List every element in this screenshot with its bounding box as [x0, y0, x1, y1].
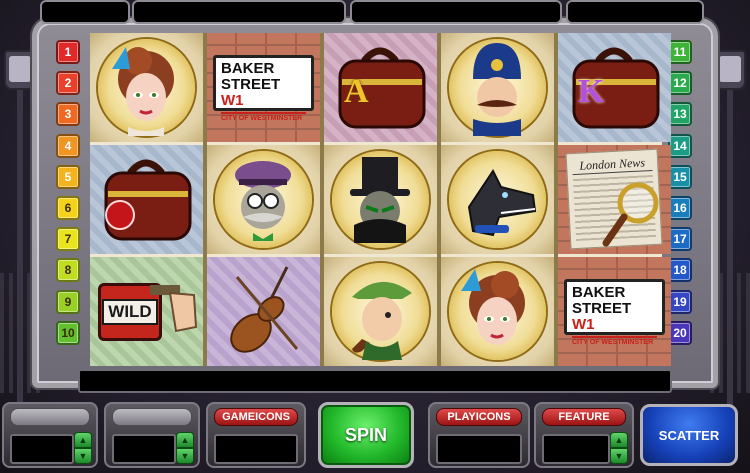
value-display [112, 434, 176, 464]
symbol-dr-watson [207, 145, 320, 254]
payline-7-badge[interactable]: 7 [56, 227, 80, 252]
magnifier-icon [602, 182, 659, 247]
coin-selector-2: ▲ ▼ [104, 402, 200, 468]
coin-selector-1: ▲ ▼ [2, 402, 98, 468]
payline-14-badge[interactable]: 14 [668, 133, 692, 158]
chevron-up-icon[interactable]: ▲ [610, 432, 628, 448]
payline-18-badge[interactable]: 18 [668, 258, 692, 283]
chevron-up-icon[interactable]: ▲ [176, 432, 194, 448]
symbol-policeman [441, 33, 554, 142]
playicons-display [436, 434, 522, 464]
card-k: K [578, 73, 605, 110]
payline-2-badge[interactable]: 2 [56, 71, 80, 96]
payline-1-badge[interactable]: 1 [56, 40, 80, 64]
payline-5-badge[interactable]: 5 [56, 164, 80, 189]
stepper: ▲ ▼ [610, 432, 628, 466]
symbol-violin [207, 257, 320, 366]
sign-line-1: BAKER [221, 60, 275, 77]
payline-8-badge[interactable]: 8 [56, 258, 80, 283]
sign-w1: W1 [572, 316, 595, 333]
top-display-center [350, 0, 562, 24]
newspaper-title: London News [571, 154, 653, 176]
gameicons-button[interactable]: GAMEICONS [214, 408, 298, 426]
sign-line-2: STREET [221, 76, 281, 93]
feature-display [542, 434, 610, 464]
feature-button[interactable]: FEATURE [542, 408, 626, 426]
symbol-bag-card-k: K [558, 33, 671, 142]
chevron-up-icon[interactable]: ▲ [74, 432, 92, 448]
chevron-down-icon[interactable]: ▼ [74, 448, 92, 464]
payline-20-badge[interactable]: 20 [668, 320, 692, 345]
top-display-right [566, 0, 704, 24]
chevron-down-icon[interactable]: ▼ [610, 448, 628, 464]
symbol-lady [90, 33, 203, 142]
payline-13-badge[interactable]: 13 [668, 102, 692, 127]
spin-button[interactable]: SPIN [318, 402, 414, 468]
stepper: ▲ ▼ [176, 432, 194, 466]
payline-17-badge[interactable]: 17 [668, 227, 692, 252]
symbol-bag-card-a: A [324, 33, 437, 142]
payline-16-badge[interactable]: 16 [668, 195, 692, 220]
payline-4-badge[interactable]: 4 [56, 133, 80, 158]
playicons-pod: PLAYICONS [428, 402, 530, 468]
symbol-wild: WILD [90, 257, 203, 366]
sign-w1: W1 [221, 92, 244, 109]
payline-9-badge[interactable]: 9 [56, 289, 80, 314]
gameicons-pod: GAMEICONS [206, 402, 306, 468]
value-display [10, 434, 74, 464]
stepper: ▲ ▼ [74, 432, 92, 466]
blank-label [10, 408, 90, 426]
payline-12-badge[interactable]: 12 [668, 71, 692, 96]
payline-3-badge[interactable]: 3 [56, 102, 80, 127]
payline-15-badge[interactable]: 15 [668, 164, 692, 189]
reels-area: WILD BAKER STREET W1 CITY OF WESTMINSTER [90, 33, 671, 366]
payline-19-badge[interactable]: 19 [668, 289, 692, 314]
payline-6-badge[interactable]: 6 [56, 195, 80, 220]
symbol-bag-diamond [90, 145, 203, 254]
gameicons-display [214, 434, 298, 464]
scatter-button[interactable]: SCATTER [640, 404, 738, 466]
top-display-left [40, 0, 130, 24]
chevron-down-icon[interactable]: ▼ [176, 448, 194, 464]
blank-label [112, 408, 192, 426]
feature-pod: FEATURE ▲ ▼ [534, 402, 634, 468]
symbol-newspaper: London News [558, 145, 671, 254]
symbol-lady [441, 257, 554, 366]
sign-line-2: STREET [572, 300, 632, 317]
sign-line-3: CITY OF WESTMINSTER [221, 112, 306, 122]
symbol-sherlock [324, 257, 437, 366]
sign-line-3: CITY OF WESTMINSTER [572, 336, 657, 346]
payline-11-badge[interactable]: 11 [668, 40, 692, 64]
payline-column-right: 11 12 13 14 15 16 17 18 19 20 [668, 40, 694, 352]
symbol-hound [441, 145, 554, 254]
payline-10-badge[interactable]: 10 [56, 320, 80, 345]
slot-game-screen: 1 2 3 4 5 6 7 8 9 10 11 12 13 14 15 16 17 18 19 20 [0, 0, 750, 473]
playicons-button[interactable]: PLAYICONS [436, 408, 522, 426]
card-a: A [344, 73, 369, 110]
message-bar [78, 369, 672, 393]
sign-line-1: BAKER [572, 284, 626, 301]
control-panel: ▲ ▼ ▲ ▼ GAMEICONS SPIN PLAYICONS FEATURE [0, 396, 750, 473]
symbol-baker-street-sign: BAKER STREET W1 CITY OF WESTMINSTER [207, 33, 320, 142]
top-display-left-center [132, 0, 346, 24]
payline-column-left: 1 2 3 4 5 6 7 8 9 10 [56, 40, 82, 352]
symbol-baker-street-sign: BAKER STREET W1 CITY OF WESTMINSTER [558, 257, 671, 366]
symbol-villain-top-hat [324, 145, 437, 254]
